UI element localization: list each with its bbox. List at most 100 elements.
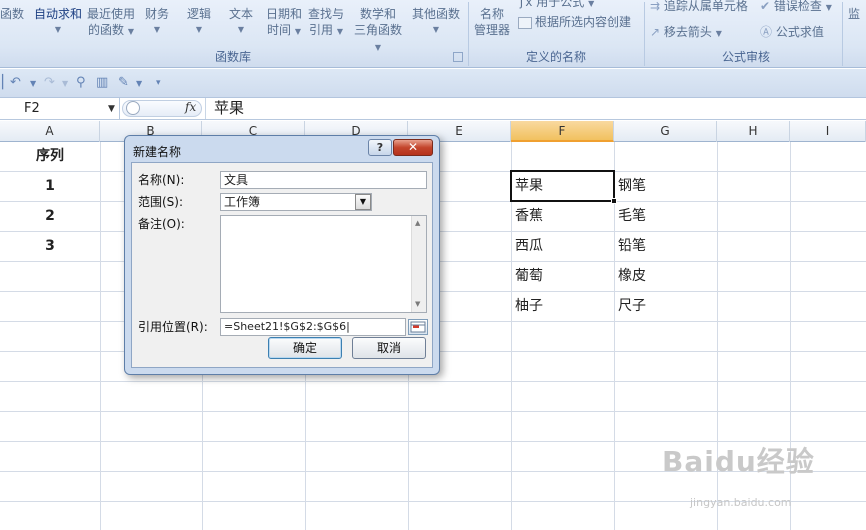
chevron-down-icon: ▼ <box>294 27 301 36</box>
name-manager-button[interactable]: 名称 管理器 <box>472 6 512 38</box>
column-header-h[interactable]: H <box>717 121 790 142</box>
cell-a2[interactable]: 1 <box>0 172 100 201</box>
cell-f5[interactable]: 葡萄 <box>515 262 611 291</box>
watermark-url: jingyan.baidu.com <box>690 496 792 509</box>
chevron-down-icon[interactable]: ▼ <box>355 194 371 210</box>
column-header-a[interactable]: A <box>0 121 100 142</box>
dialog-launcher-icon[interactable] <box>453 52 463 62</box>
scope-label: 范围(S): <box>138 195 184 209</box>
recent-functions-button[interactable]: 最近使用 的函数 ▼ <box>86 6 136 40</box>
trace-dependents-button[interactable]: ⇉ 追踪从属单元格 <box>650 0 748 14</box>
new-name-dialog: 新建名称 ? ✕ 名称(N): 文具 范围(S): 工作簿 ▼ 备注(O): ▲… <box>124 135 440 375</box>
insert-function-icon[interactable]: fx <box>185 100 196 114</box>
redo-icon[interactable]: ↷ <box>44 75 55 90</box>
name-input[interactable]: 文具 <box>220 171 427 189</box>
use-in-formula-button[interactable]: ƒx 用于公式 ▼ <box>518 0 594 12</box>
name-label: 名称(N): <box>138 173 185 187</box>
trace-arrow-icon: ⇉ <box>650 0 661 13</box>
more-functions-label: 其他函数 <box>411 7 460 21</box>
trace-dependents-label: 追踪从属单元格 <box>663 0 748 13</box>
text-button[interactable]: 文本 ▼ <box>224 6 258 38</box>
chevron-down-icon[interactable]: ▼ <box>62 79 68 88</box>
table-icon <box>518 16 532 29</box>
watch-window-button[interactable]: 监 <box>848 6 860 22</box>
name-manager-label: 名称 管理器 <box>473 7 510 37</box>
ok-button[interactable]: 确定 <box>268 337 342 359</box>
undo-icon[interactable]: ↶ <box>10 75 21 90</box>
name-box[interactable]: F2 <box>0 98 120 119</box>
formula-bar: F2 ▼ fx 苹果 <box>0 98 866 120</box>
math-label: 数学和 三角函数 <box>353 7 402 37</box>
chevron-down-icon: ▼ <box>432 25 440 34</box>
autosum-button[interactable]: 自动求和 ▼ <box>32 6 84 38</box>
ribbon-button-insert-function[interactable]: 函数 <box>0 6 24 22</box>
cell-a4[interactable]: 3 <box>0 232 100 261</box>
cell-f4[interactable]: 西瓜 <box>515 232 611 261</box>
column-header-i[interactable]: I <box>790 121 866 142</box>
autosum-label: 自动求和 <box>33 7 82 21</box>
evaluate-formula-label: 公式求值 <box>775 25 824 39</box>
help-button[interactable]: ? <box>368 139 392 156</box>
scope-select[interactable]: 工作簿 <box>220 193 372 211</box>
comment-scrollbar[interactable]: ▲ ▼ <box>411 216 426 312</box>
cell-g6[interactable]: 尺子 <box>618 292 714 321</box>
error-check-button[interactable]: ✔ 错误检查 ▼ <box>760 0 832 16</box>
logic-label: 逻辑 <box>186 7 211 21</box>
comment-textarea[interactable] <box>220 215 427 313</box>
chevron-down-icon: ▼ <box>825 3 832 12</box>
expand-handle-icon[interactable] <box>126 101 140 115</box>
cell-g4[interactable]: 铅笔 <box>618 232 714 261</box>
formula-icon: ƒx <box>518 0 533 9</box>
use-in-formula-label: 用于公式 <box>536 0 585 9</box>
create-from-selection-button[interactable]: 根据所选内容创建 <box>518 14 631 30</box>
chart-icon[interactable]: ▥ <box>96 75 108 90</box>
gridline <box>0 411 866 412</box>
more-functions-button[interactable]: 其他函数 ▼ <box>408 6 464 38</box>
group-separator <box>842 2 843 66</box>
dialog-title: 新建名称 <box>133 145 182 159</box>
column-header-g[interactable]: G <box>614 121 717 142</box>
finance-label: 财务 <box>144 7 169 21</box>
evaluate-formula-button[interactable]: Ⓐ 公式求值 <box>760 24 824 40</box>
edit-icon[interactable]: ✎ <box>118 75 129 90</box>
finance-button[interactable]: 财务 ▼ <box>140 6 174 38</box>
cell-f3[interactable]: 香蕉 <box>515 202 611 231</box>
cell-g3[interactable]: 毛笔 <box>618 202 714 231</box>
collapse-dialog-icon[interactable] <box>408 319 428 335</box>
refers-to-label: 引用位置(R): <box>138 320 208 334</box>
chevron-down-icon: ▼ <box>153 25 161 34</box>
column-header-f[interactable]: F <box>511 121 614 142</box>
cell-a1[interactable]: 序列 <box>0 142 100 171</box>
fill-handle[interactable] <box>611 198 617 204</box>
error-check-icon: ✔ <box>760 0 771 13</box>
cell-f6[interactable]: 柚子 <box>515 292 611 321</box>
scroll-down-icon[interactable]: ▼ <box>415 300 420 308</box>
cell-a3[interactable]: 2 <box>0 202 100 231</box>
group-label-formula-auditing: 公式审核 <box>721 50 770 64</box>
close-button[interactable]: ✕ <box>393 139 433 156</box>
chevron-down-icon[interactable]: ▼ <box>30 79 36 88</box>
formula-input[interactable]: 苹果 <box>205 98 866 119</box>
datetime-button[interactable]: 日期和 时间 ▼ <box>264 6 304 40</box>
chevron-down-icon[interactable]: ▼ <box>136 79 142 88</box>
watermark-logo: Baidu经验 <box>662 445 815 478</box>
group-separator <box>468 2 469 66</box>
format-painter-icon[interactable]: ⚲ <box>76 75 86 90</box>
chevron-down-icon[interactable]: ▼ <box>108 104 115 114</box>
refers-to-input[interactable]: =Sheet21!$G$2:$G$6| <box>220 318 406 336</box>
cell-g2[interactable]: 钢笔 <box>618 172 714 201</box>
customize-toolbar-icon[interactable]: ▾ <box>156 78 161 88</box>
remove-arrows-label: 移去箭头 <box>663 25 712 39</box>
remove-arrows-button[interactable]: ↗ 移去箭头 ▼ <box>650 24 722 42</box>
lookup-button[interactable]: 查找与 引用 ▼ <box>306 6 346 40</box>
group-label-defined-names: 定义的名称 <box>525 50 586 64</box>
logic-button[interactable]: 逻辑 ▼ <box>182 6 216 38</box>
quick-access-toolbar: ▏ ↶ ▼ ↷ ▼ ⚲ ▥ ✎ ▼ ▾ <box>0 69 866 98</box>
cancel-button[interactable]: 取消 <box>352 337 426 359</box>
gridline <box>0 381 866 382</box>
scroll-up-icon[interactable]: ▲ <box>415 219 420 227</box>
cell-g5[interactable]: 橡皮 <box>618 262 714 291</box>
autosum-caret-icon: ▼ <box>54 25 62 34</box>
create-from-selection-label: 根据所选内容创建 <box>535 15 632 29</box>
group-separator <box>644 2 645 66</box>
